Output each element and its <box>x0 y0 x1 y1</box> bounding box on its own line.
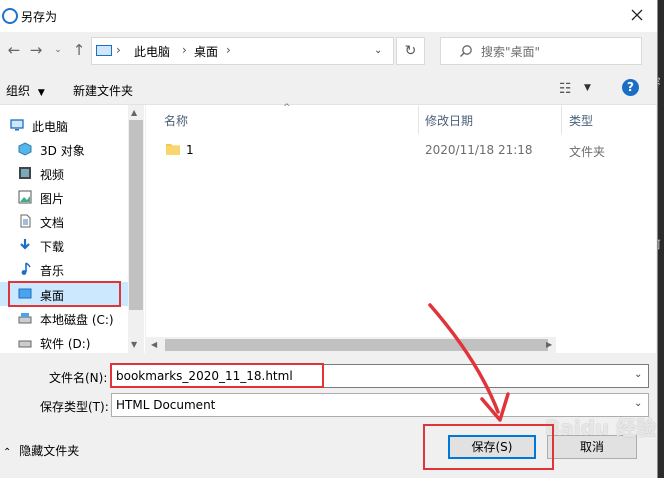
music-icon <box>21 262 31 275</box>
organize-label: 组织 <box>6 84 31 98</box>
sidebar-item-label: 视频 <box>40 168 65 182</box>
sidebar-item-label: 下载 <box>40 240 65 254</box>
table-row[interactable]: 1 2020/11/18 21:18 文件夹 <box>146 136 656 162</box>
sidebar-item-this-pc[interactable]: 此电脑 <box>0 113 128 137</box>
filetype-dropdown-icon[interactable]: ⌄ <box>634 398 642 409</box>
breadcrumb-desktop[interactable]: 桌面 <box>194 43 218 60</box>
sidebar-item-label: 软件 (D:) <box>40 337 91 351</box>
filetype-label: 保存类型(T): <box>40 400 109 414</box>
dialog-title: 另存为 <box>21 10 58 24</box>
download-icon <box>20 239 30 250</box>
video-icon <box>19 167 31 179</box>
close-icon[interactable] <box>628 6 646 24</box>
save-as-dialog: 另存为 ← → ⌄ ↑ › 此电脑 › 桌面 › ⌄ ↻ 搜索"桌面" 组织 ▼… <box>0 0 658 478</box>
sidebar-item-3d-objects[interactable]: 3D 对象 <box>0 137 128 161</box>
search-box[interactable]: 搜索"桌面" <box>440 37 642 65</box>
column-header-type[interactable]: 类型 <box>569 112 593 129</box>
view-dropdown-icon[interactable]: ▼ <box>584 83 591 93</box>
cube-icon <box>18 142 32 156</box>
annotation-box-save <box>423 424 554 470</box>
file-modified: 2020/11/18 21:18 <box>425 143 533 157</box>
filetype-value: HTML Document <box>116 398 216 412</box>
breadcrumb-chevron-icon: › <box>182 43 187 57</box>
watermark: Baidu 经验 <box>545 416 657 440</box>
breadcrumb-chevron-icon: › <box>116 43 121 57</box>
annotation-box-desktop <box>8 281 121 307</box>
up-arrow-icon[interactable]: ↑ <box>70 40 88 60</box>
sidebar-item-label: 3D 对象 <box>40 144 85 158</box>
breadcrumb-this-pc[interactable]: 此电脑 <box>134 43 170 60</box>
breadcrumb-chevron-icon: › <box>226 43 231 57</box>
sidebar-item-drive-c[interactable]: 本地磁盘 (C:) <box>0 306 128 330</box>
annotation-arrow <box>428 303 510 422</box>
sidebar-item-pictures[interactable]: 图片 <box>0 185 128 209</box>
recent-dropdown-icon[interactable]: ⌄ <box>49 40 67 60</box>
sidebar-item-label: 本地磁盘 (C:) <box>40 313 114 327</box>
scroll-up-icon[interactable]: ▲ <box>131 108 137 117</box>
computer-icon <box>10 119 24 131</box>
hide-folders-label: 隐藏文件夹 <box>19 444 80 458</box>
file-type: 文件夹 <box>569 145 606 159</box>
monitor-icon <box>96 45 112 56</box>
organize-dropdown-icon: ▼ <box>37 88 45 98</box>
folder-icon <box>166 144 180 155</box>
refresh-icon[interactable]: ↻ <box>396 37 425 65</box>
scroll-left-icon[interactable]: ◀ <box>151 340 157 349</box>
back-arrow-icon[interactable]: ← <box>5 40 23 60</box>
organize-button[interactable]: 组织 ▼ <box>6 82 45 99</box>
scroll-right-icon[interactable]: ▶ <box>546 340 552 349</box>
column-divider[interactable] <box>561 106 562 134</box>
help-icon[interactable]: ? <box>622 79 639 96</box>
sidebar-item-music[interactable]: 音乐 <box>0 257 128 281</box>
sidebar-item-label: 图片 <box>40 192 65 206</box>
column-header-name[interactable]: 名称 <box>164 112 188 129</box>
forward-arrow-icon[interactable]: → <box>27 40 45 60</box>
sidebar-item-videos[interactable]: 视频 <box>0 161 128 185</box>
document-icon <box>20 214 31 228</box>
title-bar: 另存为 <box>0 0 657 32</box>
filename-label: 文件名(N): <box>49 371 108 385</box>
drive-icon <box>18 313 32 324</box>
file-name: 1 <box>186 143 194 157</box>
search-icon <box>460 45 472 57</box>
sidebar-item-label: 音乐 <box>40 264 65 278</box>
sort-ascending-icon: ^ <box>283 103 291 113</box>
scroll-down-icon[interactable]: ▼ <box>131 340 137 349</box>
new-folder-button[interactable]: 新建文件夹 <box>73 82 133 99</box>
app-icon <box>2 8 18 24</box>
sidebar-item-documents[interactable]: 文档 <box>0 209 128 233</box>
address-dropdown-icon[interactable]: ⌄ <box>374 45 382 56</box>
column-header-modified[interactable]: 修改日期 <box>425 112 473 129</box>
sidebar-item-label: 此电脑 <box>32 120 69 134</box>
drive-icon <box>18 340 32 348</box>
search-placeholder: 搜索"桌面" <box>481 45 541 59</box>
sidebar-item-label: 文档 <box>40 216 65 230</box>
column-divider[interactable] <box>418 106 419 134</box>
sidebar-item-drive-d[interactable]: 软件 (D:) <box>0 330 128 354</box>
filename-dropdown-icon[interactable]: ⌄ <box>634 369 642 380</box>
address-bar[interactable]: › 此电脑 › 桌面 › ⌄ <box>91 37 394 65</box>
nav-scroll-thumb[interactable] <box>129 120 143 310</box>
sidebar-item-downloads[interactable]: 下载 <box>0 233 128 257</box>
picture-icon <box>18 190 32 204</box>
chevron-up-icon: ⌃ <box>3 447 12 458</box>
annotation-box-filename <box>110 363 324 388</box>
view-options-icon[interactable]: ☷ <box>559 81 572 97</box>
hide-folders-toggle[interactable]: ⌃ 隐藏文件夹 <box>3 442 79 459</box>
